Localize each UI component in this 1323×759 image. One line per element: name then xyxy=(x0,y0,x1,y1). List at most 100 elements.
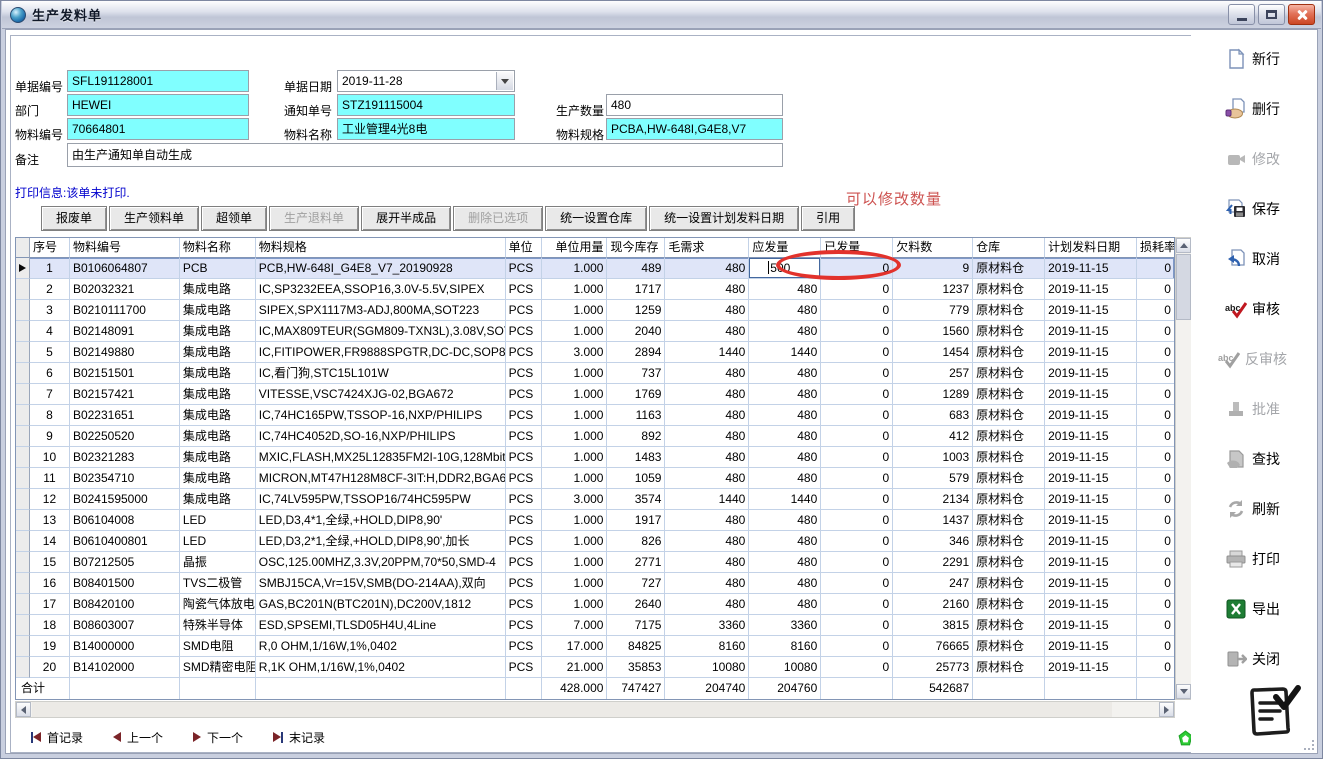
table-row[interactable]: 7 B02157421 集成电路 VITESSE,VSC7424XJG-02,B… xyxy=(16,384,1174,405)
table-row[interactable]: 3 B0210111700 集成电路 SIPEX,SPX1117M3-ADJ,8… xyxy=(16,300,1174,321)
table-row[interactable]: 9 B02250520 集成电路 IC,74HC4052D,SO-16,NXP/… xyxy=(16,426,1174,447)
table-row[interactable]: 17 B08420100 陶瓷气体放电管 GAS,BC201N(BTC201N)… xyxy=(16,594,1174,615)
cell-item-code: B02149880 xyxy=(70,342,180,363)
remark-field[interactable]: 由生产通知单自动生成 xyxy=(67,143,783,167)
last-record-button[interactable]: 末记录 xyxy=(273,729,325,746)
table-row[interactable]: 8 B02231651 集成电路 IC,74HC165PW,TSSOP-16,N… xyxy=(16,405,1174,426)
table-row[interactable]: 16 B08401500 TVS二极管 SMBJ15CA,Vr=15V,SMB(… xyxy=(16,573,1174,594)
cell-issue-qty-input[interactable]: 3360 xyxy=(749,615,821,636)
cell-issue-qty-input[interactable]: 480 xyxy=(749,321,821,342)
cell-issue-qty-input[interactable]: 480 xyxy=(749,279,821,300)
cell-issue-qty-input[interactable]: 480 xyxy=(749,405,821,426)
cell-issue-qty-input[interactable]: 480 xyxy=(749,573,821,594)
cell-issue-qty-input[interactable]: 480 xyxy=(749,447,821,468)
notice-no-field[interactable]: STZ191115004 xyxy=(337,94,515,116)
table-row[interactable]: 14 B0610400801 LED LED,D3,2*1,全绿,+HOLD,D… xyxy=(16,531,1174,552)
scrap-order-button[interactable]: 报废单 xyxy=(41,206,107,231)
minimize-button[interactable] xyxy=(1228,4,1255,25)
table-row[interactable]: 11 B02354710 集成电路 MICRON,MT47H128M8CF-3I… xyxy=(16,468,1174,489)
cell-issue-qty-input[interactable]: 480 xyxy=(749,594,821,615)
table-row[interactable]: 18 B08603007 特殊半导体 ESD,SPSEMI,TLSD05H4U,… xyxy=(16,615,1174,636)
cell-seq: 4 xyxy=(30,321,70,342)
cell-warehouse: 原材料仓 xyxy=(973,447,1045,468)
table-row[interactable]: 12 B0241595000 集成电路 IC,74LV595PW,TSSOP16… xyxy=(16,489,1174,510)
cell-issue-qty-input[interactable]: 1440 xyxy=(749,489,821,510)
cell-issue-qty-input[interactable]: 480 xyxy=(749,300,821,321)
vertical-scroll-thumb[interactable] xyxy=(1176,254,1191,320)
cell-issue-qty-input[interactable]: 8160 xyxy=(749,636,821,657)
cell-issue-qty-input[interactable]: 480 xyxy=(749,531,821,552)
reference-button[interactable]: 引用 xyxy=(801,206,855,231)
scroll-right-button[interactable] xyxy=(1159,702,1174,717)
cell-unit: PCS xyxy=(506,258,542,279)
save-button[interactable]: 保存 xyxy=(1191,184,1313,234)
table-row[interactable]: 5 B02149880 集成电路 IC,FITIPOWER,FR9888SPGT… xyxy=(16,342,1174,363)
set-warehouse-button[interactable]: 统一设置仓库 xyxy=(545,206,647,231)
prev-record-button[interactable]: 上一个 xyxy=(113,729,163,746)
export-button[interactable]: 导出 xyxy=(1191,584,1313,634)
vertical-scrollbar[interactable] xyxy=(1175,237,1192,700)
horizontal-scrollbar[interactable] xyxy=(15,701,1175,718)
delete-row-button[interactable]: 删行 xyxy=(1191,84,1313,134)
table-row[interactable]: 15 B07212505 晶振 OSC,125.00MHZ,3.3V,20PPM… xyxy=(16,552,1174,573)
cell-issue-qty-input[interactable]: 480 xyxy=(749,468,821,489)
cell-unit-usage: 1.000 xyxy=(542,384,608,405)
cell-issue-qty-input[interactable]: 500 xyxy=(749,258,821,279)
first-record-button[interactable]: 首记录 xyxy=(31,729,83,746)
date-dropdown-button[interactable] xyxy=(496,72,513,90)
close-icon xyxy=(1296,9,1308,21)
next-record-button[interactable]: 下一个 xyxy=(193,729,243,746)
dept-field[interactable]: HEWEI xyxy=(67,94,249,116)
cell-unit-usage: 1.000 xyxy=(542,426,608,447)
close-button[interactable] xyxy=(1288,4,1315,25)
scroll-up-button[interactable] xyxy=(1176,238,1191,253)
side-button-label: 查找 xyxy=(1252,449,1280,469)
over-picking-button[interactable]: 超领单 xyxy=(201,206,267,231)
arrow-up-icon xyxy=(1180,243,1188,248)
cell-issue-qty-input[interactable]: 480 xyxy=(749,384,821,405)
expand-semi-finished-button[interactable]: 展开半成品 xyxy=(361,206,451,231)
cell-issue-qty-input[interactable]: 10080 xyxy=(749,657,821,678)
maximize-button[interactable] xyxy=(1258,4,1285,25)
cell-issue-qty-input[interactable]: 480 xyxy=(749,552,821,573)
cell-issue-qty-input[interactable]: 480 xyxy=(749,363,821,384)
new-row-button[interactable]: 新行 xyxy=(1191,34,1313,84)
table-row[interactable]: 6 B02151501 集成电路 IC,看门狗,STC15L101W PCS 1… xyxy=(16,363,1174,384)
refresh-button[interactable]: 刷新 xyxy=(1191,484,1313,534)
doc-no-field[interactable]: SFL191128001 xyxy=(67,70,249,92)
audit-button[interactable]: abc 审核 xyxy=(1191,284,1313,334)
close-form-button[interactable]: 关闭 xyxy=(1191,634,1313,684)
find-button[interactable]: 查找 xyxy=(1191,434,1313,484)
table-row[interactable]: 20 B14102000 SMD精密电阻 R,1K OHM,1/16W,1%,0… xyxy=(16,657,1174,678)
table-row[interactable]: 10 B02321283 集成电路 MXIC,FLASH,MX25L12835F… xyxy=(16,447,1174,468)
set-plan-date-button[interactable]: 统一设置计划发料日期 xyxy=(649,206,799,231)
item-spec-field[interactable]: PCBA,HW-648I,G4E8,V7 xyxy=(606,118,783,140)
last-record-icon xyxy=(273,732,283,743)
cell-unit: PCS xyxy=(506,594,542,615)
cell-item-code: B0241595000 xyxy=(70,489,180,510)
item-no-field[interactable]: 70664801 xyxy=(67,118,249,140)
cell-issue-qty-input[interactable]: 1440 xyxy=(749,342,821,363)
table-row[interactable]: 2 B02032321 集成电路 IC,SP3232EEA,SSOP16,3.0… xyxy=(16,279,1174,300)
print-button[interactable]: 打印 xyxy=(1191,534,1313,584)
row-indicator xyxy=(16,594,30,615)
cell-issue-qty-input[interactable]: 480 xyxy=(749,426,821,447)
table-row[interactable]: 19 B14000000 SMD电阻 R,0 OHM,1/16W,1%,0402… xyxy=(16,636,1174,657)
horizontal-scroll-thumb[interactable] xyxy=(32,702,1112,717)
cell-issue-qty-input[interactable]: 480 xyxy=(749,510,821,531)
doc-date-field[interactable]: 2019-11-28 xyxy=(337,70,515,92)
row-indicator xyxy=(16,552,30,573)
item-name-field[interactable]: 工业管理4光8电 xyxy=(337,118,515,140)
table-row[interactable]: 1 B0106064807 PCB PCB,HW-648I_G4E8_V7_20… xyxy=(16,258,1174,279)
production-picking-button[interactable]: 生产领料单 xyxy=(109,206,199,231)
cell-warehouse: 原材料仓 xyxy=(973,594,1045,615)
prod-qty-field[interactable]: 480 xyxy=(606,94,783,116)
cell-plan-date: 2019-11-15 xyxy=(1045,510,1137,531)
scroll-down-button[interactable] xyxy=(1176,684,1191,699)
scroll-left-button[interactable] xyxy=(16,702,31,717)
table-row[interactable]: 4 B02148091 集成电路 IC,MAX809TEUR(SGM809-TX… xyxy=(16,321,1174,342)
cell-item-name: LED xyxy=(180,531,256,552)
resize-grip[interactable] xyxy=(1302,738,1315,751)
table-row[interactable]: 13 B06104008 LED LED,D3,4*1,全绿,+HOLD,DIP… xyxy=(16,510,1174,531)
cancel-button[interactable]: 取消 xyxy=(1191,234,1313,284)
